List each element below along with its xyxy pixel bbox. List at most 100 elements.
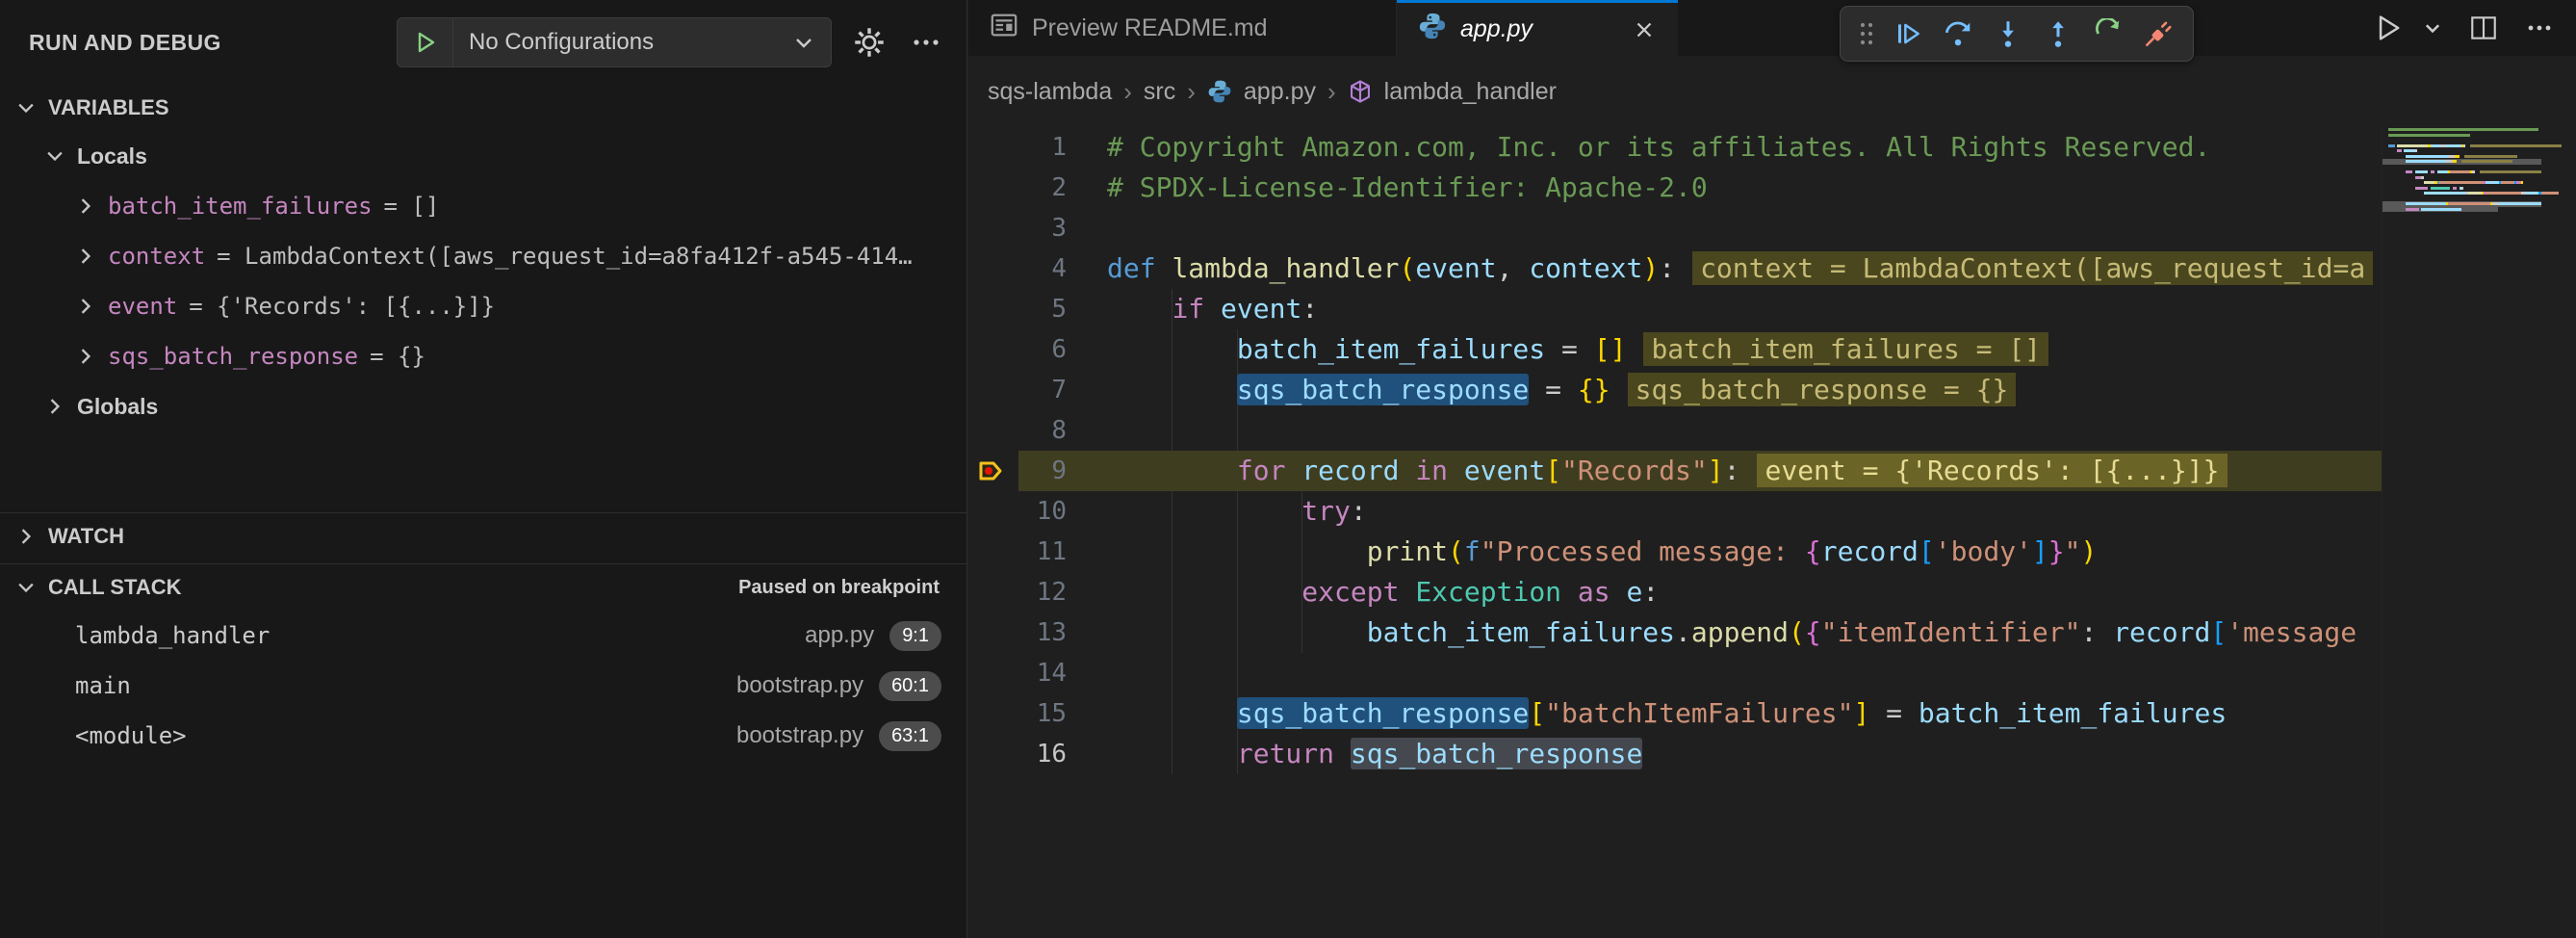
line-number: 12 xyxy=(968,572,1067,612)
variables-group-locals[interactable]: Locals xyxy=(0,131,966,181)
line-number: 15 xyxy=(968,693,1067,734)
gear-icon[interactable] xyxy=(853,26,886,59)
code-line-2[interactable]: 2# SPDX-License-Identifier: Apache-2.0 xyxy=(968,168,2382,208)
method-symbol-icon xyxy=(1348,79,1373,104)
debug-inline-value: event = {'Records': [{...}]} xyxy=(1757,454,2227,487)
continue-icon[interactable] xyxy=(1887,13,1929,55)
code-line-5[interactable]: 5 if event: xyxy=(968,289,2382,329)
frame-name: lambda_handler xyxy=(75,622,270,649)
code-text: # SPDX-License-Identifier: Apache-2.0 xyxy=(1107,171,1708,203)
code-text: sqs_batch_response["batchItemFailures"] … xyxy=(1107,697,2227,729)
call-stack-section-header[interactable]: CALL STACK Paused on breakpoint xyxy=(0,564,966,611)
variable-row-event[interactable]: event = {'Records': [{...}]} xyxy=(0,281,966,331)
variable-value: = LambdaContext([aws_request_id=a8fa412f… xyxy=(217,243,912,270)
chevron-right-icon xyxy=(75,195,96,217)
stack-frame-main[interactable]: mainbootstrap.py60:1 xyxy=(0,661,966,711)
code-line-8[interactable]: 8 xyxy=(968,410,2382,451)
breadcrumb-file[interactable]: app.py xyxy=(1244,78,1316,106)
line-number: 14 xyxy=(968,653,1067,693)
watch-section: WATCH xyxy=(0,512,966,563)
variables-group-globals[interactable]: Globals xyxy=(0,381,966,431)
vscode-window: RUN AND DEBUG No Configurations xyxy=(0,0,2576,938)
line-number: 3 xyxy=(968,208,1067,248)
code-text: if event: xyxy=(1107,293,1318,325)
minimap[interactable] xyxy=(2382,127,2576,938)
sidebar-title: RUN AND DEBUG xyxy=(29,30,221,56)
editor-tab-bar: Preview README.md app.py xyxy=(968,0,2576,56)
close-icon[interactable] xyxy=(1632,17,1657,42)
chevron-right-icon xyxy=(75,346,96,367)
start-debugging-icon[interactable] xyxy=(398,18,453,66)
restart-icon[interactable] xyxy=(2087,13,2129,55)
tab-app-py[interactable]: app.py xyxy=(1397,0,1678,56)
paused-breakpoint-icon[interactable] xyxy=(976,456,1007,486)
code-line-14[interactable]: 14 xyxy=(968,653,2382,693)
code-line-15[interactable]: 15 sqs_batch_response["batchItemFailures… xyxy=(968,693,2382,734)
watch-section-header[interactable]: WATCH xyxy=(0,513,966,560)
code-line-11[interactable]: 11 print(f"Processed message: {record['b… xyxy=(968,532,2382,572)
code-line-10[interactable]: 10 try: xyxy=(968,491,2382,532)
code-line-3[interactable]: 3 xyxy=(968,208,2382,248)
step-into-icon[interactable] xyxy=(1987,13,2029,55)
code-line-16[interactable]: 16 return sqs_batch_response xyxy=(968,734,2382,774)
code-line-7[interactable]: 7 sqs_batch_response = {}sqs_batch_respo… xyxy=(968,370,2382,410)
variables-section: VARIABLES Locals batch_item_failures = [] c… xyxy=(0,85,966,512)
frame-name: <module> xyxy=(75,722,187,749)
more-actions-icon[interactable] xyxy=(911,27,941,58)
code-text: for record in event["Records"]: xyxy=(1107,455,1739,486)
line-number: 7 xyxy=(968,370,1067,410)
breadcrumb-symbol[interactable]: lambda_handler xyxy=(1384,78,1557,106)
line-number: 1 xyxy=(968,127,1067,168)
editor-group: Preview README.md app.py xyxy=(968,0,2576,938)
line-number: 6 xyxy=(968,329,1067,370)
frame-name: main xyxy=(75,672,131,699)
variables-section-header[interactable]: VARIABLES xyxy=(0,85,966,131)
breadcrumb-separator: › xyxy=(1187,77,1196,107)
sidebar-header: RUN AND DEBUG No Configurations xyxy=(0,0,966,85)
code-line-9[interactable]: 9 for record in event["Records"]:event =… xyxy=(968,451,2382,491)
chevron-right-icon xyxy=(75,296,96,317)
markdown-preview-icon xyxy=(990,11,1018,46)
run-dropdown-icon[interactable] xyxy=(2422,7,2451,49)
code-line-6[interactable]: 6 batch_item_failures = []batch_item_fai… xyxy=(968,329,2382,370)
editor-more-actions-icon[interactable] xyxy=(2516,7,2563,49)
variable-value: = {'Records': [{...}]} xyxy=(189,293,495,320)
frame-file: bootstrap.py xyxy=(736,672,863,699)
code-text: def lambda_handler(event, context): xyxy=(1107,252,1675,284)
tab-label: Preview README.md xyxy=(1032,14,1268,42)
frame-position-badge: 9:1 xyxy=(889,621,941,651)
variable-name: sqs_batch_response xyxy=(108,343,358,370)
disconnect-icon[interactable] xyxy=(2137,13,2179,55)
step-out-icon[interactable] xyxy=(2037,13,2079,55)
breadcrumb-folder[interactable]: sqs-lambda xyxy=(988,78,1112,106)
code-line-13[interactable]: 13 batch_item_failures.append({"itemIden… xyxy=(968,612,2382,653)
tab-label: app.py xyxy=(1460,15,1533,43)
tab-preview-readme[interactable]: Preview README.md xyxy=(968,0,1397,56)
variable-value: = [] xyxy=(384,193,440,220)
variable-value: = {} xyxy=(370,343,425,370)
variable-row-sqs_batch_response[interactable]: sqs_batch_response = {} xyxy=(0,331,966,381)
code-line-1[interactable]: 1# Copyright Amazon.com, Inc. or its aff… xyxy=(968,127,2382,168)
code-line-4[interactable]: 4def lambda_handler(event, context):cont… xyxy=(968,248,2382,289)
variable-name: batch_item_failures xyxy=(108,193,373,220)
code-text: try: xyxy=(1107,495,1367,527)
code-line-12[interactable]: 12 except Exception as e: xyxy=(968,572,2382,612)
variables-group-label: Locals xyxy=(77,143,147,169)
stack-frame-lambda_handler[interactable]: lambda_handlerapp.py9:1 xyxy=(0,611,966,661)
code-text: return sqs_batch_response xyxy=(1107,738,1642,769)
drag-handle-icon[interactable] xyxy=(1854,13,1879,55)
call-stack-section: CALL STACK Paused on breakpoint lambda_h… xyxy=(0,563,966,761)
call-stack-header-label: CALL STACK xyxy=(48,575,182,600)
breadcrumb-folder[interactable]: src xyxy=(1144,78,1175,106)
step-over-icon[interactable] xyxy=(1937,13,1979,55)
code-viewport: 1# Copyright Amazon.com, Inc. or its aff… xyxy=(968,127,2382,938)
breadcrumb: sqs-lambda › src › app.py › lambda_handl… xyxy=(968,56,2576,127)
variable-name: event xyxy=(108,293,177,320)
variable-row-context[interactable]: context= LambdaContext([aws_request_id=a… xyxy=(0,231,966,281)
run-python-file-icon[interactable] xyxy=(2364,7,2412,49)
debug-config-dropdown[interactable]: No Configurations xyxy=(397,17,832,67)
split-editor-icon[interactable] xyxy=(2460,7,2507,49)
variable-row-batch_item_failures[interactable]: batch_item_failures = [] xyxy=(0,181,966,231)
stack-frame-module[interactable]: <module>bootstrap.py63:1 xyxy=(0,711,966,761)
code-editor[interactable]: 1# Copyright Amazon.com, Inc. or its aff… xyxy=(968,127,2576,938)
